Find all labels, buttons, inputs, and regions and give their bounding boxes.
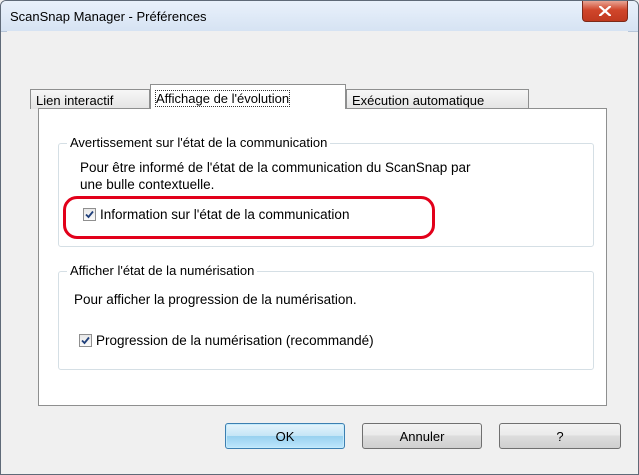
tab-label: Affichage de l'évolution <box>154 90 291 107</box>
window-title: ScanSnap Manager - Préférences <box>10 9 207 24</box>
scan-progress-checkbox[interactable] <box>79 334 92 347</box>
help-button[interactable]: ? <box>499 423 621 449</box>
scan-status-group: Afficher l'état de la numérisation <box>58 263 594 370</box>
help-button-label: ? <box>556 428 564 444</box>
ok-button-label: OK <box>275 428 295 444</box>
tab-lien-interactif[interactable]: Lien interactif <box>30 89 150 109</box>
close-button[interactable] <box>582 1 628 22</box>
ok-button[interactable]: OK <box>225 423 345 449</box>
scan-status-description: Pour afficher la progression de la numér… <box>74 292 357 307</box>
scan-progress-checkbox-row[interactable]: Progression de la numérisation (recomman… <box>79 333 374 348</box>
communication-description-line2: une bulle contextuelle. <box>80 177 215 192</box>
highlight-annotation <box>63 196 435 239</box>
tab-execution-automatique[interactable]: Exécution automatique <box>346 89 529 109</box>
tab-affichage-evolution[interactable]: Affichage de l'évolution <box>150 84 346 109</box>
cancel-button[interactable]: Annuler <box>362 423 482 449</box>
close-icon <box>599 6 611 16</box>
tab-label: Lien interactif <box>36 93 114 108</box>
group-title: Avertissement sur l'état de la communica… <box>67 135 331 150</box>
cancel-button-label: Annuler <box>399 428 445 444</box>
title-bar[interactable]: ScanSnap Manager - Préférences <box>1 1 638 32</box>
group-title: Afficher l'état de la numérisation <box>67 263 258 278</box>
checkmark-icon <box>81 336 90 345</box>
scan-progress-checkbox-label: Progression de la numérisation (recomman… <box>96 333 374 348</box>
tab-label: Exécution automatique <box>352 93 485 108</box>
communication-description-line1: Pour être informé de l'état de la commun… <box>80 160 471 175</box>
